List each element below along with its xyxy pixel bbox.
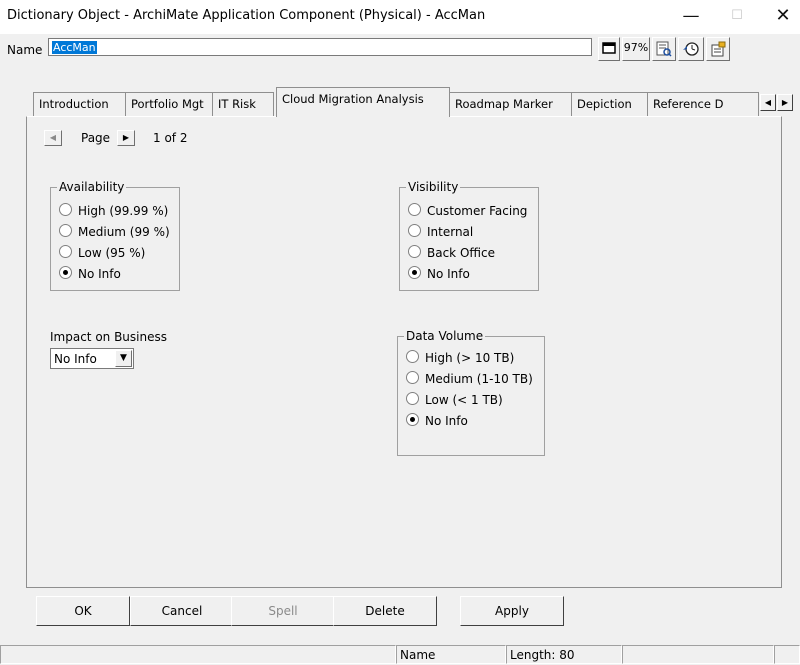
tab-scroll-left-button[interactable]: ◀ (760, 94, 776, 111)
window-icon-button[interactable] (598, 37, 620, 61)
availability-option-high[interactable]: High (99.99 %) (59, 203, 168, 221)
status-cell-3 (622, 645, 774, 664)
zoom-value: 97% (623, 41, 649, 54)
tab-it-risk[interactable]: IT Risk (212, 92, 274, 116)
page-count: 1 of 2 (153, 131, 188, 145)
preview-icon (656, 41, 672, 57)
data-volume-option-high[interactable]: High (> 10 TB) (406, 350, 514, 368)
page-previous-button[interactable]: ◀ (44, 130, 62, 146)
visibility-option-no-info[interactable]: No Info (408, 266, 470, 284)
title-bar: Dictionary Object - ArchiMate Applicatio… (0, 0, 800, 34)
tab-portfolio-mgt[interactable]: Portfolio Mgt (125, 92, 213, 116)
tab-cloud-migration-analysis[interactable]: Cloud Migration Analysis (276, 87, 450, 117)
tab-scroll-arrows: ◀ ▶ (760, 94, 794, 111)
visibility-option-internal[interactable]: Internal (408, 224, 473, 242)
visibility-option-customer-facing[interactable]: Customer Facing (408, 203, 527, 221)
visibility-group: Visibility Customer Facing Internal Back… (399, 180, 539, 291)
status-cell-4 (774, 645, 800, 664)
status-length: Length: 80 (506, 645, 622, 664)
impact-value: No Info (54, 352, 97, 366)
tab-depiction[interactable]: Depiction (571, 92, 648, 116)
minimize-button[interactable]: — (668, 0, 714, 34)
availability-legend: Availability (57, 180, 127, 194)
close-button[interactable]: ✕ (760, 0, 800, 34)
history-button[interactable] (678, 37, 704, 61)
data-volume-option-low[interactable]: Low (< 1 TB) (406, 392, 503, 410)
availability-option-no-info[interactable]: No Info (59, 266, 121, 284)
status-cell-empty (0, 645, 396, 664)
status-bar: Name Length: 80 (0, 643, 800, 665)
data-volume-legend: Data Volume (404, 329, 486, 343)
status-field-name: Name (396, 645, 506, 664)
zoom-button[interactable]: 97% (622, 37, 650, 61)
impact-label: Impact on Business (50, 330, 167, 344)
availability-group: Availability High (99.99 %) Medium (99 %… (50, 180, 180, 291)
tab-reference[interactable]: Reference D (647, 92, 759, 116)
availability-option-medium[interactable]: Medium (99 %) (59, 224, 170, 242)
delete-button[interactable]: Delete (333, 596, 437, 626)
cancel-button[interactable]: Cancel (130, 596, 234, 626)
window-icon (602, 42, 616, 54)
visibility-legend: Visibility (406, 180, 461, 194)
name-label: Name (7, 43, 43, 57)
availability-option-low[interactable]: Low (95 %) (59, 245, 145, 263)
name-value: AccMan (52, 41, 97, 54)
preview-button[interactable] (652, 37, 676, 61)
properties-icon (711, 41, 726, 57)
maximize-button[interactable]: ☐ (714, 0, 760, 34)
impact-select[interactable]: No Info ▼ (50, 348, 134, 369)
window-title: Dictionary Object - ArchiMate Applicatio… (7, 8, 486, 23)
history-icon (683, 42, 699, 56)
data-volume-option-medium[interactable]: Medium (1-10 TB) (406, 371, 533, 389)
tab-scroll-right-button[interactable]: ▶ (777, 94, 793, 111)
page-label: Page (81, 131, 111, 145)
tab-introduction[interactable]: Introduction (33, 92, 126, 116)
chevron-down-icon[interactable]: ▼ (115, 350, 132, 367)
page-next-button[interactable]: ▶ (117, 130, 135, 146)
ok-button[interactable]: OK (36, 596, 130, 626)
data-volume-option-no-info[interactable]: No Info (406, 413, 468, 431)
apply-button[interactable]: Apply (460, 596, 564, 626)
name-input[interactable]: AccMan (48, 38, 592, 56)
visibility-option-back-office[interactable]: Back Office (408, 245, 495, 263)
tab-roadmap-marker[interactable]: Roadmap Marker (449, 92, 572, 116)
data-volume-group: Data Volume High (> 10 TB) Medium (1-10 … (397, 329, 545, 456)
properties-button[interactable] (706, 37, 730, 61)
spell-button[interactable]: Spell (231, 596, 335, 626)
